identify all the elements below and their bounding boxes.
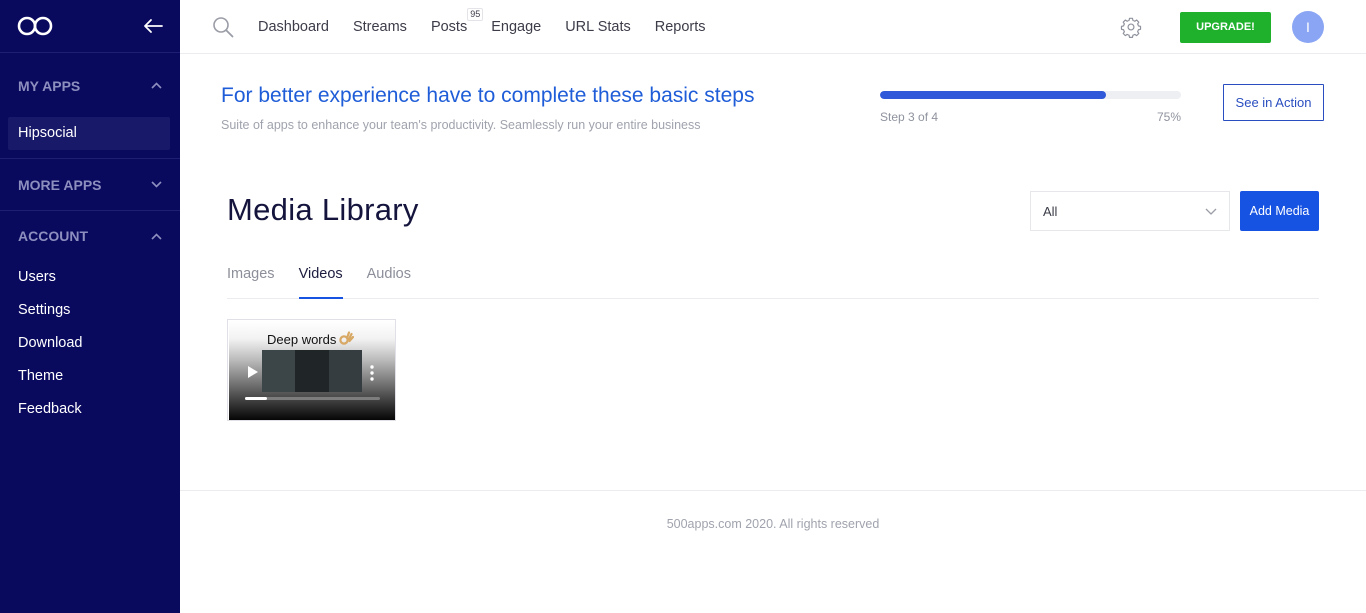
topnav-right: UPGRADE! I xyxy=(1120,0,1366,54)
sidebar: MY APPS Hipsocial MORE APPS ACCOUNT User… xyxy=(0,0,180,613)
ok-hand-icon xyxy=(339,331,355,345)
video-thumbnail-card[interactable]: Deep words xyxy=(227,319,396,421)
sidebar-item-feedback[interactable]: Feedback xyxy=(0,393,180,426)
media-tabs: Images Videos Audios xyxy=(227,259,1319,299)
nav-engage[interactable]: Engage xyxy=(491,19,541,35)
avatar[interactable]: I xyxy=(1292,11,1324,43)
account-header[interactable]: ACCOUNT xyxy=(0,211,180,261)
nav-reports[interactable]: Reports xyxy=(655,19,706,35)
see-in-action-button[interactable]: See in Action xyxy=(1223,84,1324,121)
sidebar-header xyxy=(0,0,180,53)
media-filter-select[interactable]: All xyxy=(1030,191,1230,231)
my-apps-header[interactable]: MY APPS xyxy=(0,53,180,117)
footer-copyright: 500apps.com 2020. All rights reserved xyxy=(666,517,880,531)
video-player: Deep words xyxy=(229,321,395,420)
video-frame-segment xyxy=(262,350,295,392)
video-progress-played xyxy=(245,397,267,400)
chevron-up-icon xyxy=(151,82,162,89)
more-apps-header[interactable]: MORE APPS xyxy=(0,159,180,210)
nav-posts[interactable]: Posts 95 xyxy=(430,7,484,35)
gear-icon[interactable] xyxy=(1120,16,1142,38)
nav-streams[interactable]: Streams xyxy=(353,19,407,35)
account-label: ACCOUNT xyxy=(18,228,88,244)
footer-divider xyxy=(180,490,1366,491)
onboarding-progress-bar xyxy=(880,91,1181,99)
chevron-down-icon xyxy=(1205,208,1217,215)
media-filter-value: All xyxy=(1043,203,1058,219)
onboarding-progress-percent: 75% xyxy=(1156,110,1181,124)
video-progress-bar[interactable] xyxy=(245,397,380,400)
onboarding-subtitle: Suite of apps to enhance your team's pro… xyxy=(221,118,701,132)
posts-count-badge: 95 xyxy=(467,7,484,21)
arrow-left-icon[interactable] xyxy=(143,18,163,34)
nav-dashboard[interactable]: Dashboard xyxy=(258,19,329,35)
video-frame xyxy=(262,350,362,392)
sidebar-item-users[interactable]: Users xyxy=(0,261,180,294)
upgrade-button[interactable]: UPGRADE! xyxy=(1180,11,1271,43)
nav-posts-label: Posts xyxy=(430,18,468,35)
sidebar-item-theme[interactable]: Theme xyxy=(0,360,180,393)
play-icon[interactable] xyxy=(248,366,258,378)
my-apps-label: MY APPS xyxy=(18,77,81,94)
onboarding-step-text: Step 3 of 4 xyxy=(880,110,939,124)
sidebar-item-settings[interactable]: Settings xyxy=(0,294,180,327)
more-vertical-icon[interactable] xyxy=(370,365,374,381)
chevron-up-icon xyxy=(151,232,162,240)
sidebar-item-hipsocial[interactable]: Hipsocial xyxy=(8,117,170,150)
video-frame-segment xyxy=(329,350,362,392)
video-caption-text: Deep words xyxy=(267,332,337,347)
tab-images[interactable]: Images xyxy=(227,259,275,299)
more-apps-label: MORE APPS xyxy=(18,176,102,193)
add-media-button[interactable]: Add Media xyxy=(1240,191,1319,231)
account-section: ACCOUNT Users Settings Download Theme Fe… xyxy=(0,211,180,426)
onboarding-progress-fill xyxy=(880,91,1106,99)
video-caption: Deep words xyxy=(267,331,355,347)
chevron-down-icon xyxy=(151,181,162,188)
my-apps-section: MY APPS Hipsocial xyxy=(0,53,180,159)
more-apps-section: MORE APPS xyxy=(0,159,180,211)
search-icon[interactable] xyxy=(212,16,234,38)
video-frame-segment xyxy=(295,350,329,392)
sidebar-item-download[interactable]: Download xyxy=(0,327,180,360)
tab-audios[interactable]: Audios xyxy=(367,259,411,299)
tab-videos[interactable]: Videos xyxy=(298,259,343,299)
onboarding-title: For better experience have to complete t… xyxy=(221,84,755,107)
page-title: Media Library xyxy=(227,192,419,227)
nav-url-stats[interactable]: URL Stats xyxy=(565,19,631,35)
infinity-logo-icon[interactable] xyxy=(17,15,53,37)
top-navigation: Dashboard Streams Posts 95 Engage URL St… xyxy=(180,0,1366,54)
